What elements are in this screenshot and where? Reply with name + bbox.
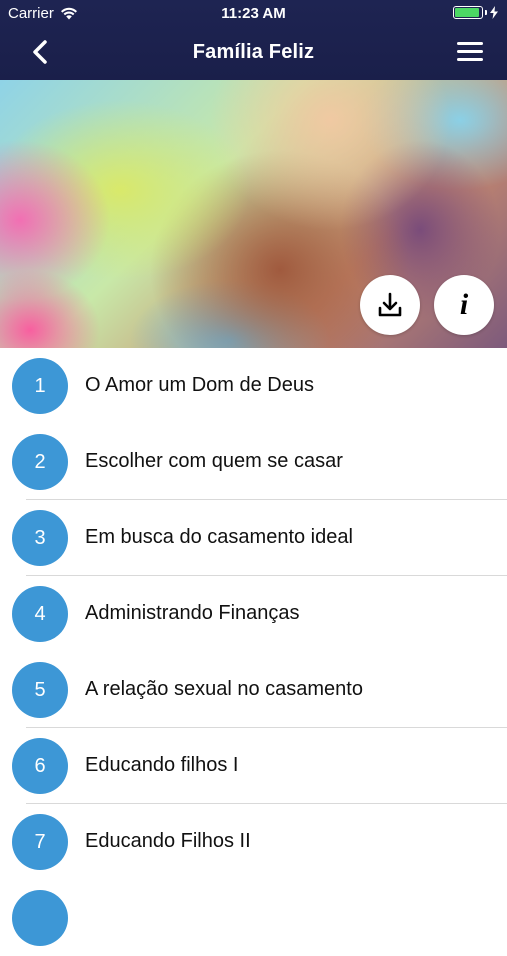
item-title: Administrando Finanças: [85, 602, 300, 624]
item-number-badge: 6: [12, 738, 68, 794]
item-title: Em busca do casamento ideal: [85, 526, 353, 548]
info-button[interactable]: i: [434, 275, 494, 335]
item-title: O Amor um Dom de Deus: [85, 374, 314, 396]
menu-button[interactable]: [457, 42, 483, 64]
info-icon: i: [459, 288, 469, 321]
list-item[interactable]: 3 Em busca do casamento ideal: [0, 500, 507, 576]
download-button[interactable]: [360, 275, 420, 335]
app-header: Carrier 11:23 AM Família Feliz: [0, 0, 507, 80]
item-number-badge: 1: [12, 358, 68, 414]
item-title: Educando Filhos II: [85, 830, 251, 852]
item-number-badge: 7: [12, 814, 68, 870]
list-item[interactable]: 6 Educando filhos I: [0, 728, 507, 804]
battery-indicator: [453, 6, 499, 19]
list-item[interactable]: 2 Escolher com quem se casar: [0, 424, 507, 500]
navigation-bar: Família Feliz: [0, 28, 507, 80]
hamburger-menu-icon: [457, 42, 483, 45]
list-item[interactable]: [0, 880, 507, 956]
list-item[interactable]: 4 Administrando Finanças: [0, 576, 507, 652]
item-title: Educando filhos I: [85, 754, 239, 776]
hero-image: i: [0, 80, 507, 348]
item-number-badge: 4: [12, 586, 68, 642]
list-item[interactable]: 5 A relação sexual no casamento: [0, 652, 507, 728]
battery-icon: [453, 6, 483, 19]
list-item[interactable]: 7 Educando Filhos II: [0, 804, 507, 880]
page-title: Família Feliz: [192, 41, 315, 63]
item-number-badge: 5: [12, 662, 68, 718]
item-number-badge: [12, 890, 68, 946]
list-item[interactable]: 1 O Amor um Dom de Deus: [0, 348, 507, 424]
status-bar: Carrier 11:23 AM: [0, 0, 507, 28]
download-icon: [378, 292, 402, 317]
item-number-badge: 3: [12, 510, 68, 566]
lesson-list: 1 O Amor um Dom de Deus 2 Escolher com q…: [0, 348, 507, 956]
item-title: Escolher com quem se casar: [85, 450, 343, 472]
status-time: 11:23 AM: [221, 5, 286, 22]
item-title: A relação sexual no casamento: [85, 678, 363, 700]
item-number-badge: 2: [12, 434, 68, 490]
charging-bolt-icon: [490, 6, 498, 19]
